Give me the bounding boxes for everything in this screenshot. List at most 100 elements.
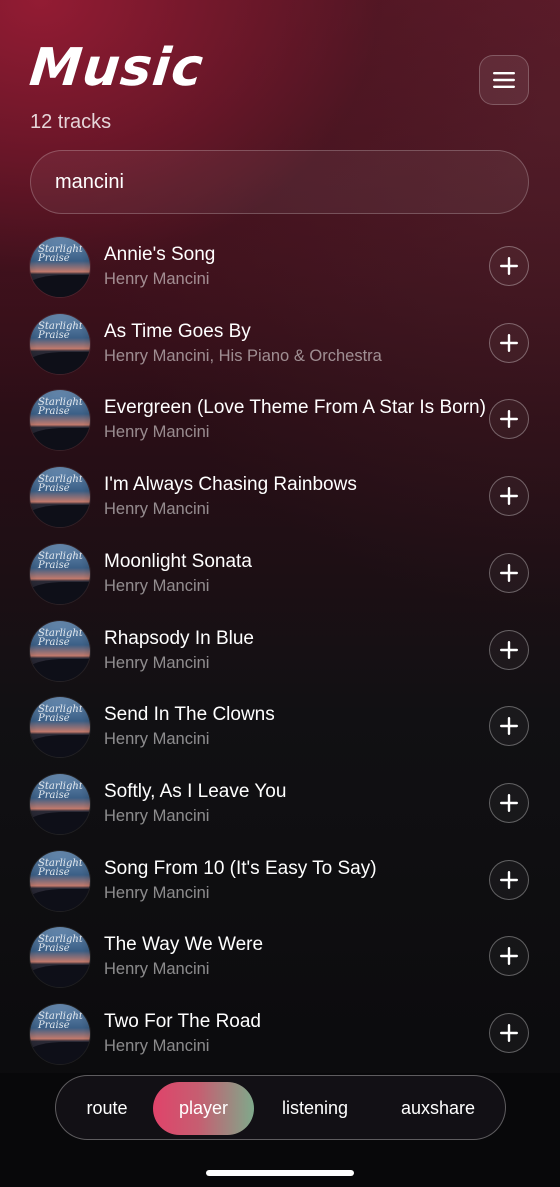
- album-art-silhouette: [30, 658, 90, 681]
- hamburger-menu-icon: [493, 72, 515, 88]
- nav-listening[interactable]: listening: [268, 1082, 362, 1135]
- track-row[interactable]: Starlight Praise I'm Always Chasing Rainb…: [0, 458, 560, 534]
- plus-icon: [500, 333, 518, 352]
- page-title: Music: [26, 38, 207, 98]
- track-row[interactable]: Starlight Praise The Way We Were Henry Man…: [0, 918, 560, 994]
- add-track-button[interactable]: [489, 552, 529, 593]
- add-track-button[interactable]: [489, 1013, 529, 1053]
- add-track-button[interactable]: [489, 629, 529, 670]
- album-art-silhouette: [30, 888, 90, 911]
- plus-icon: [500, 1024, 518, 1042]
- album-art-silhouette: [30, 811, 90, 834]
- track-artist: Henry Mancini: [104, 270, 210, 288]
- track-title: As Time Goes By: [104, 320, 251, 342]
- album-art-text: Starlight Praise: [38, 704, 83, 725]
- album-art-text: Starlight Praise: [38, 397, 83, 418]
- album-art-silhouette: [30, 428, 90, 451]
- track-artist: Henry Mancini: [104, 883, 210, 902]
- add-track-button[interactable]: [489, 399, 529, 440]
- album-art-text: Starlight Praise: [38, 627, 83, 648]
- track-row[interactable]: Starlight Praise As Time Goes By Henry Man…: [0, 305, 560, 381]
- album-art: Starlight Praise: [30, 467, 90, 528]
- album-art-text: Starlight Praise: [38, 1011, 83, 1031]
- add-track-button[interactable]: [489, 476, 529, 517]
- album-art: Starlight Praise: [30, 543, 90, 604]
- album-art: Starlight Praise: [30, 773, 90, 834]
- track-title: Song From 10 (It's Easy To Say): [104, 857, 377, 879]
- track-row[interactable]: Starlight Praise Softly, As I Leave You He…: [0, 765, 560, 841]
- album-art-text: Starlight Praise: [38, 244, 83, 264]
- album-art-text: Starlight Praise: [38, 934, 83, 955]
- track-row[interactable]: Starlight Praise Song From 10 (It's Easy …: [0, 842, 560, 918]
- track-title: Send In The Clowns: [104, 704, 275, 726]
- album-art: Starlight Praise: [30, 1004, 90, 1064]
- track-title: I'm Always Chasing Rainbows: [104, 474, 357, 496]
- track-row[interactable]: Starlight Praise Two For The Road Henry Ma…: [0, 995, 560, 1071]
- music-app: Music 12 tracks Starlight Praise Annie's …: [0, 0, 560, 1187]
- plus-icon: [500, 640, 518, 659]
- plus-icon: [500, 793, 518, 812]
- album-art-text: Starlight Praise: [38, 550, 83, 571]
- plus-icon: [500, 717, 518, 736]
- track-row[interactable]: Starlight Praise Rhapsody In Blue Henry Ma…: [0, 612, 560, 688]
- plus-icon: [500, 870, 518, 889]
- track-title: The Way We Were: [104, 934, 264, 956]
- track-row[interactable]: Starlight Praise Moonlight Sonata Henry Ma…: [0, 535, 560, 611]
- add-track-button[interactable]: [489, 322, 529, 363]
- add-track-button[interactable]: [489, 246, 529, 286]
- album-art: Starlight Praise: [30, 697, 90, 758]
- track-row[interactable]: Starlight Praise Annie's Song Henry Mancin…: [0, 228, 560, 304]
- album-art-silhouette: [30, 275, 90, 297]
- track-title: Softly, As I Leave You: [104, 780, 287, 802]
- track-artist: Henry Mancini: [104, 423, 210, 442]
- search-input[interactable]: [30, 150, 529, 214]
- album-art: Starlight Praise: [30, 620, 90, 681]
- album-art: Starlight Praise: [30, 390, 90, 451]
- nav-player[interactable]: player: [153, 1082, 254, 1135]
- track-count: 12 tracks: [30, 111, 112, 133]
- album-art: Starlight Praise: [30, 313, 90, 374]
- plus-icon: [500, 563, 518, 582]
- add-track-button[interactable]: [489, 706, 529, 747]
- track-title: Rhapsody In Blue: [104, 627, 254, 649]
- bottom-nav: route player listening auxshare: [55, 1075, 506, 1140]
- album-art-text: Starlight Praise: [38, 474, 83, 495]
- menu-button[interactable]: [479, 55, 529, 105]
- album-art: Starlight Praise: [30, 850, 90, 911]
- track-artist: Henry Mancini, His Piano & Orchestra: [104, 346, 382, 365]
- track-title: Annie's Song: [104, 244, 216, 265]
- track-title: Two For The Road: [104, 1011, 262, 1032]
- album-art-text: Starlight Praise: [38, 320, 83, 341]
- add-track-button[interactable]: [489, 859, 529, 900]
- track-artist: Henry Mancini: [104, 806, 210, 825]
- nav-auxshare[interactable]: auxshare: [386, 1082, 490, 1135]
- album-art-text: Starlight Praise: [38, 857, 83, 878]
- plus-icon: [500, 257, 518, 275]
- track-artist: Henry Mancini: [104, 1037, 210, 1055]
- album-art: Starlight Praise: [30, 237, 90, 297]
- album-art-silhouette: [30, 1042, 90, 1064]
- add-track-button[interactable]: [489, 936, 529, 977]
- track-artist: Henry Mancini: [104, 576, 210, 595]
- album-art-text: Starlight Praise: [38, 780, 83, 801]
- album-art-silhouette: [30, 735, 90, 758]
- nav-route[interactable]: route: [72, 1082, 142, 1135]
- home-indicator: [206, 1170, 354, 1176]
- track-artist: Henry Mancini: [104, 500, 210, 519]
- track-title: Evergreen (Love Theme From A Star Is Bor…: [104, 397, 486, 419]
- album-art: Starlight Praise: [30, 927, 90, 988]
- track-row[interactable]: Starlight Praise Evergreen (Love Theme Fr…: [0, 381, 560, 457]
- album-art-silhouette: [30, 965, 90, 988]
- track-artist: Henry Mancini: [104, 653, 210, 672]
- track-title: Moonlight Sonata: [104, 550, 252, 572]
- album-art-silhouette: [30, 581, 90, 604]
- track-row[interactable]: Starlight Praise Send In The Clowns Henry …: [0, 688, 560, 764]
- album-art-silhouette: [30, 505, 90, 528]
- plus-icon: [500, 410, 518, 429]
- plus-icon: [500, 487, 518, 506]
- add-track-button[interactable]: [489, 782, 529, 823]
- track-artist: Henry Mancini: [104, 960, 210, 979]
- track-artist: Henry Mancini: [104, 730, 210, 749]
- plus-icon: [500, 947, 518, 966]
- album-art-silhouette: [30, 351, 90, 374]
